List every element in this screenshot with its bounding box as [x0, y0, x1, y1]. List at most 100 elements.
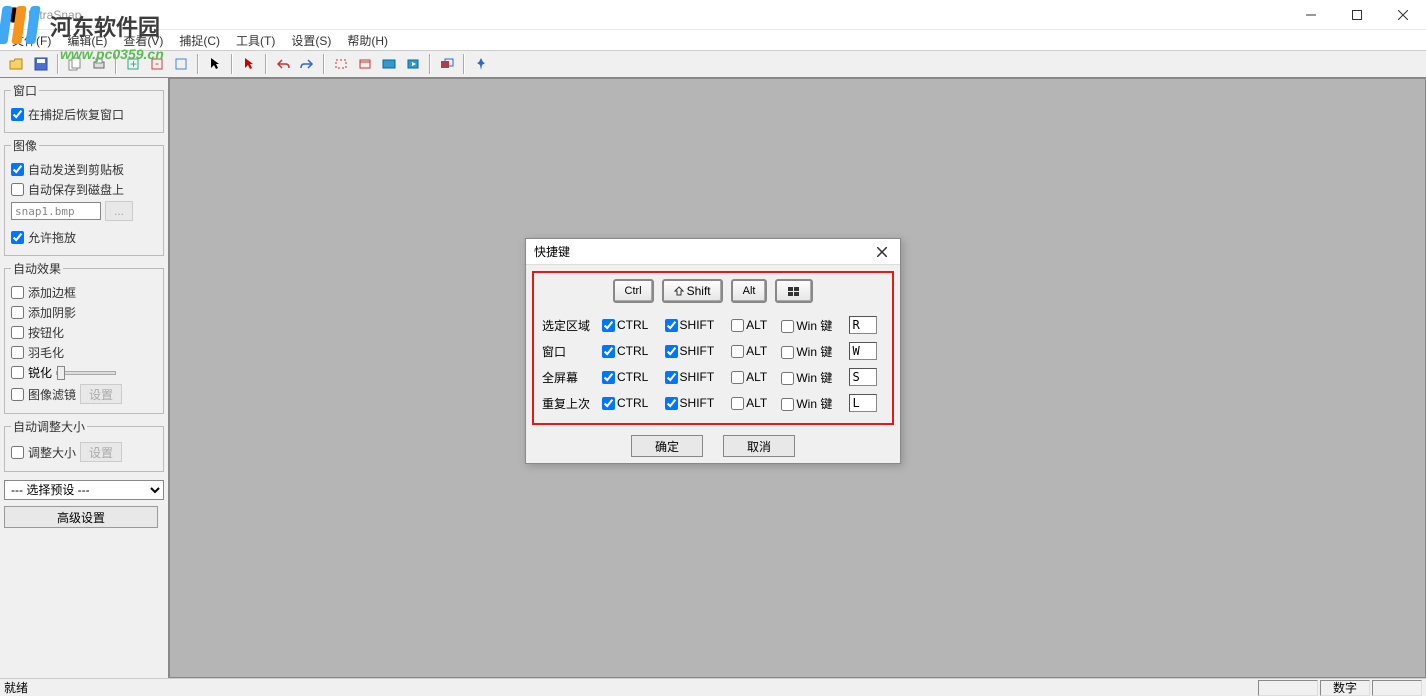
chk-resize[interactable]: [11, 446, 24, 459]
open-icon[interactable]: [6, 53, 28, 75]
lbl-feather: 羽毛化: [28, 344, 64, 361]
input-filename[interactable]: [11, 202, 101, 220]
hk-key-input[interactable]: [849, 368, 877, 386]
capture-region-icon[interactable]: [330, 53, 352, 75]
lbl-resize: 调整大小: [28, 444, 76, 461]
effects-settings-button[interactable]: 设置: [80, 384, 122, 404]
hk-alt-chk[interactable]: [731, 371, 744, 384]
hk-ctrl-chk[interactable]: [602, 397, 615, 410]
hotkey-row: 重复上次CTRLSHIFTALTWin 键: [540, 391, 886, 415]
chk-allow-drag[interactable]: [11, 231, 24, 244]
resize-settings-button[interactable]: 设置: [80, 442, 122, 462]
hk-alt-chk[interactable]: [731, 345, 744, 358]
chk-buttonize[interactable]: [11, 326, 24, 339]
redo-icon[interactable]: [296, 53, 318, 75]
status-cell-3: [1372, 680, 1422, 696]
capture-window-icon[interactable]: [354, 53, 376, 75]
zoom-fit-icon[interactable]: [170, 53, 192, 75]
hk-alt-chk[interactable]: [731, 397, 744, 410]
capture-object-icon[interactable]: [402, 53, 424, 75]
save-icon[interactable]: [30, 53, 52, 75]
group-window-legend: 窗口: [11, 82, 39, 99]
menu-help[interactable]: 帮助(H): [341, 30, 394, 51]
chk-image-filter[interactable]: [11, 388, 24, 401]
dialog-title: 快捷键: [534, 243, 570, 260]
pin-icon[interactable]: [470, 53, 492, 75]
advanced-settings-button[interactable]: 高级设置: [4, 506, 158, 528]
capture-multi-icon[interactable]: [436, 53, 458, 75]
print-icon[interactable]: [88, 53, 110, 75]
chk-feather[interactable]: [11, 346, 24, 359]
hk-ctrl-chk[interactable]: [602, 345, 615, 358]
hk-shift-chk[interactable]: [665, 345, 678, 358]
hk-win-chk[interactable]: [781, 320, 794, 333]
menu-tools[interactable]: 工具(T): [230, 30, 281, 51]
hotkey-label: 全屏幕: [540, 365, 598, 389]
hk-shift-chk[interactable]: [665, 319, 678, 332]
hk-ctrl-chk[interactable]: [602, 319, 615, 332]
group-resize-legend: 自动调整大小: [11, 418, 87, 435]
hk-win-chk[interactable]: [781, 346, 794, 359]
status-bar: 就绪 数字: [0, 678, 1426, 696]
hotkey-label: 窗口: [540, 339, 598, 363]
cancel-button[interactable]: 取消: [723, 435, 795, 457]
dialog-close-button[interactable]: [872, 242, 892, 262]
group-resize: 自动调整大小 调整大小设置: [4, 418, 164, 472]
menu-settings[interactable]: 设置(S): [285, 30, 337, 51]
browse-button[interactable]: ...: [105, 201, 133, 221]
preset-select[interactable]: --- 选择预设 ---: [4, 480, 164, 500]
close-button[interactable]: [1380, 0, 1426, 30]
status-ready: 就绪: [4, 679, 1256, 696]
ok-button[interactable]: 确定: [631, 435, 703, 457]
pointer-red-icon[interactable]: [238, 53, 260, 75]
chk-sharpen[interactable]: [11, 366, 24, 379]
group-effects-legend: 自动效果: [11, 260, 63, 277]
chk-auto-clipboard[interactable]: [11, 163, 24, 176]
chk-restore-window[interactable]: [11, 108, 24, 121]
sharpen-slider[interactable]: [56, 371, 116, 375]
status-cell-1: [1258, 680, 1318, 696]
hk-key-input[interactable]: [849, 342, 877, 360]
pointer-icon[interactable]: [204, 53, 226, 75]
keycap-alt: Alt: [731, 279, 768, 303]
hotkeys-dialog: 快捷键 Ctrl Shift Alt 选定区域CTRLSHIFTALTWin 键…: [525, 238, 901, 464]
capture-screen-icon[interactable]: [378, 53, 400, 75]
hk-key-input[interactable]: [849, 316, 877, 334]
zoom-out-icon[interactable]: -: [146, 53, 168, 75]
minimize-button[interactable]: [1288, 0, 1334, 30]
maximize-button[interactable]: [1334, 0, 1380, 30]
group-image: 图像 自动发送到剪贴板 自动保存到磁盘上 ... 允许拖放: [4, 137, 164, 256]
hk-win-chk[interactable]: [781, 398, 794, 411]
menu-capture[interactable]: 捕捉(C): [173, 30, 226, 51]
hotkey-row: 窗口CTRLSHIFTALTWin 键: [540, 339, 886, 363]
lbl-restore-window: 在捕捉后恢复窗口: [28, 106, 124, 123]
lbl-add-border: 添加边框: [28, 284, 76, 301]
chk-add-shadow[interactable]: [11, 306, 24, 319]
undo-icon[interactable]: [272, 53, 294, 75]
group-window: 窗口 在捕捉后恢复窗口: [4, 82, 164, 133]
lbl-sharpen: 锐化: [28, 364, 52, 381]
menu-file[interactable]: 文件(F): [6, 30, 57, 51]
lbl-allow-drag: 允许拖放: [28, 229, 76, 246]
hk-shift-chk[interactable]: [665, 371, 678, 384]
menu-view[interactable]: 查看(V): [117, 30, 169, 51]
hk-key-input[interactable]: [849, 394, 877, 412]
zoom-in-icon[interactable]: +: [122, 53, 144, 75]
hotkey-label: 重复上次: [540, 391, 598, 415]
menu-bar: 文件(F) 编辑(E) 查看(V) 捕捉(C) 工具(T) 设置(S) 帮助(H…: [0, 30, 1426, 50]
menu-edit[interactable]: 编辑(E): [61, 30, 113, 51]
lbl-image-filter: 图像滤镜: [28, 386, 76, 403]
chk-auto-save[interactable]: [11, 183, 24, 196]
svg-text:-: -: [155, 57, 159, 70]
toolbar: + -: [0, 50, 1426, 78]
hk-alt-chk[interactable]: [731, 319, 744, 332]
app-icon: [6, 7, 22, 23]
lbl-add-shadow: 添加阴影: [28, 304, 76, 321]
hk-win-chk[interactable]: [781, 372, 794, 385]
hk-ctrl-chk[interactable]: [602, 371, 615, 384]
copy-icon[interactable]: [64, 53, 86, 75]
chk-add-border[interactable]: [11, 286, 24, 299]
group-image-legend: 图像: [11, 137, 39, 154]
hk-shift-chk[interactable]: [665, 397, 678, 410]
sidebar-panel: 窗口 在捕捉后恢复窗口 图像 自动发送到剪贴板 自动保存到磁盘上 ...: [0, 78, 170, 678]
